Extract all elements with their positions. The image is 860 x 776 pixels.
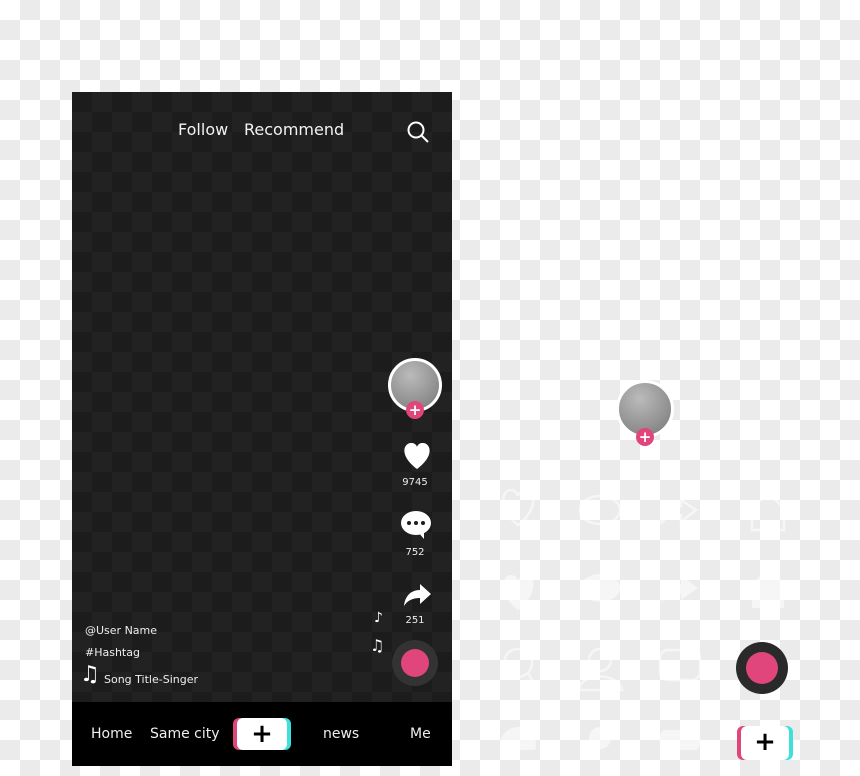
search-outline-icon (502, 647, 534, 679)
icon-set (500, 488, 791, 750)
user-outline-icon (587, 647, 613, 673)
home-filled-icon (746, 568, 790, 608)
heart-filled-icon (503, 575, 534, 610)
follow-plus-icon[interactable]: + (406, 401, 424, 419)
search-filled-icon (500, 727, 536, 750)
nav-news[interactable]: news (323, 726, 359, 742)
heart-icon[interactable] (402, 442, 432, 470)
comment-icon[interactable] (400, 510, 432, 540)
message-filled-icon (660, 730, 700, 750)
song-note-icon: ♫ (80, 662, 100, 687)
comment-count: 752 (405, 547, 425, 558)
share-outline-icon (659, 497, 699, 525)
message-outline-icon (658, 648, 702, 682)
create-button-asset: + (741, 726, 789, 760)
nav-me[interactable]: Me (410, 726, 431, 742)
bottom-nav: Home Same city + news Me (72, 702, 452, 766)
music-disc-button[interactable] (392, 640, 438, 686)
user-filled-icon (589, 727, 611, 749)
music-note-icon: ♪ (374, 610, 383, 626)
tab-follow[interactable]: Follow (178, 120, 228, 139)
plus-asset-icon: + (636, 428, 654, 446)
username[interactable]: @User Name (85, 624, 157, 637)
song-title[interactable]: Song Title-Singer (104, 673, 198, 686)
heart-outline-icon (502, 488, 535, 527)
phone-screen: Follow Recommend + 9745 752 251 ♪ ♫ @Use… (72, 92, 452, 766)
disc-asset (736, 642, 788, 694)
comment-filled-icon (580, 574, 620, 602)
share-count: 251 (405, 615, 425, 626)
music-notes-icon: ♫ (370, 636, 385, 655)
nav-home[interactable]: Home (91, 726, 132, 742)
like-count: 9745 (402, 477, 428, 488)
nav-same-city[interactable]: Same city (150, 726, 220, 742)
tab-recommend[interactable]: Recommend (244, 120, 344, 139)
create-button[interactable]: + (237, 718, 287, 750)
home-outline-icon (745, 490, 791, 532)
search-icon[interactable] (406, 120, 430, 144)
comment-outline-icon (578, 494, 622, 526)
share-icon[interactable] (402, 582, 432, 608)
hashtag[interactable]: #Hashtag (85, 646, 140, 659)
share-filled-icon (661, 575, 698, 604)
